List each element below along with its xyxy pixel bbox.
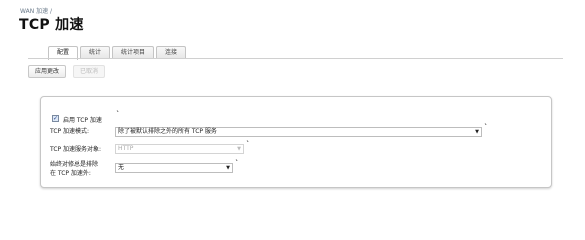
exclude-label-line1: 始终对修总是排除 [50, 161, 99, 168]
tick-mark: ˋ [116, 110, 120, 119]
chevron-down-icon: ▼ [475, 129, 479, 135]
chevron-down-icon: ▼ [237, 146, 241, 152]
mode-label: TCP 加速模式: [50, 128, 90, 135]
apply-changes-button[interactable]: 应用更改 [28, 65, 67, 78]
checkmark-icon: ✓ [53, 115, 59, 122]
tick-mark: ˋ [246, 140, 250, 149]
cancel-button[interactable]: 已取消 [73, 65, 106, 78]
settings-panel: ✓ 启用 TCP 加速 ˋ TCP 加速模式: 除了被默认排除之外的所有 TCP… [40, 96, 552, 188]
service-label: TCP 加速服务对象: [50, 146, 102, 153]
mode-select-value: 除了被默认排除之外的所有 TCP 服务 [118, 128, 217, 135]
exclude-select-value: 无 [118, 164, 125, 171]
exclude-label-line2: 在 TCP 加速外: [50, 170, 91, 177]
toolbar: 应用更改 已取消 [28, 58, 563, 82]
enable-tcp-acceleration-label: 启用 TCP 加速 [63, 117, 102, 124]
page-title: TCP 加速 [19, 17, 84, 33]
chevron-down-icon: ▼ [226, 165, 230, 171]
exclude-select[interactable]: 无 ▼ [115, 163, 233, 173]
tick-mark: ˋ [484, 123, 488, 132]
enable-tcp-acceleration-checkbox[interactable]: ✓ [52, 115, 59, 122]
service-select[interactable]: HTTP ▼ [115, 144, 244, 154]
service-select-value: HTTP [118, 145, 134, 152]
tick-mark: ˋ [235, 159, 239, 168]
mode-select[interactable]: 除了被默认排除之外的所有 TCP 服务 ▼ [115, 127, 482, 137]
